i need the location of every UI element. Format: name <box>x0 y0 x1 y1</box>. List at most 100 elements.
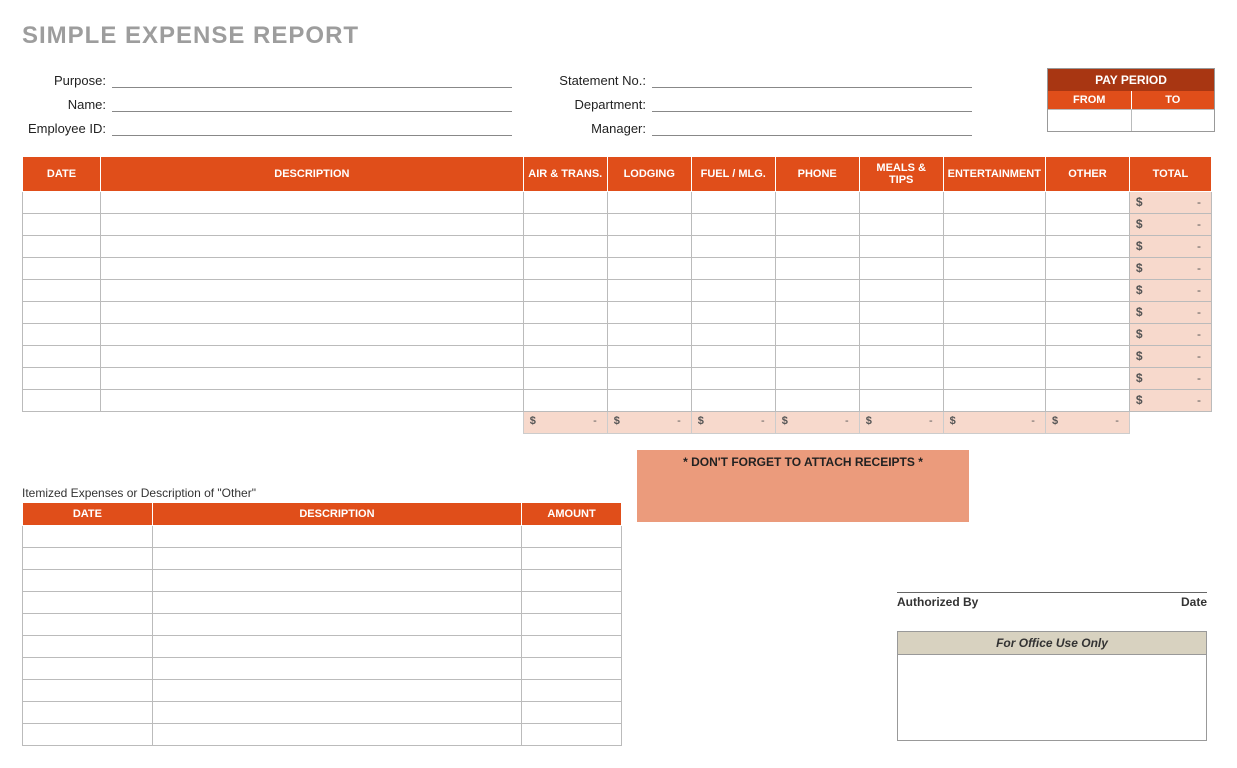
expense-cell[interactable] <box>775 346 859 368</box>
expense-cell[interactable] <box>775 214 859 236</box>
itemized-cell[interactable] <box>152 724 521 746</box>
expense-row[interactable]: $- <box>23 368 1212 390</box>
expense-cell[interactable] <box>1045 258 1129 280</box>
expense-cell[interactable] <box>859 236 943 258</box>
itemized-cell[interactable] <box>522 680 622 702</box>
expense-cell[interactable] <box>100 346 523 368</box>
expense-cell[interactable] <box>859 192 943 214</box>
employee-id-input[interactable] <box>112 116 512 136</box>
itemized-row[interactable] <box>23 702 622 724</box>
expense-cell[interactable] <box>23 324 101 346</box>
itemized-cell[interactable] <box>152 592 521 614</box>
itemized-row[interactable] <box>23 570 622 592</box>
expense-row[interactable]: $- <box>23 346 1212 368</box>
expense-cell[interactable] <box>691 324 775 346</box>
expense-cell[interactable] <box>859 346 943 368</box>
expense-cell[interactable] <box>691 236 775 258</box>
expense-cell[interactable] <box>607 258 691 280</box>
expense-cell[interactable] <box>943 214 1045 236</box>
expense-cell[interactable] <box>23 302 101 324</box>
expense-cell[interactable] <box>1045 236 1129 258</box>
expense-cell[interactable] <box>100 258 523 280</box>
purpose-input[interactable] <box>112 68 512 88</box>
expense-cell[interactable] <box>607 324 691 346</box>
expense-cell[interactable] <box>607 390 691 412</box>
expense-cell[interactable] <box>775 192 859 214</box>
expense-cell[interactable] <box>859 324 943 346</box>
expense-cell[interactable] <box>691 258 775 280</box>
expense-cell[interactable] <box>607 280 691 302</box>
expense-cell[interactable] <box>943 368 1045 390</box>
itemized-cell[interactable] <box>522 702 622 724</box>
expense-cell[interactable] <box>607 346 691 368</box>
expense-cell[interactable] <box>100 280 523 302</box>
expense-cell[interactable] <box>23 368 101 390</box>
itemized-cell[interactable] <box>152 570 521 592</box>
expense-cell[interactable] <box>775 368 859 390</box>
itemized-cell[interactable] <box>152 636 521 658</box>
expense-cell[interactable] <box>523 214 607 236</box>
itemized-row[interactable] <box>23 680 622 702</box>
itemized-cell[interactable] <box>152 548 521 570</box>
itemized-cell[interactable] <box>522 592 622 614</box>
expense-cell[interactable] <box>100 236 523 258</box>
expense-cell[interactable] <box>607 302 691 324</box>
manager-input[interactable] <box>652 116 972 136</box>
expense-row[interactable]: $- <box>23 302 1212 324</box>
expense-row[interactable]: $- <box>23 324 1212 346</box>
expense-cell[interactable] <box>100 390 523 412</box>
expense-cell[interactable] <box>775 302 859 324</box>
itemized-row[interactable] <box>23 526 622 548</box>
itemized-cell[interactable] <box>152 614 521 636</box>
expense-cell[interactable] <box>100 324 523 346</box>
expense-cell[interactable] <box>691 302 775 324</box>
expense-cell[interactable] <box>943 258 1045 280</box>
expense-cell[interactable] <box>523 236 607 258</box>
expense-cell[interactable] <box>943 324 1045 346</box>
pay-period-to-cell[interactable] <box>1132 109 1215 131</box>
pay-period-from-cell[interactable] <box>1048 109 1132 131</box>
itemized-row[interactable] <box>23 636 622 658</box>
expense-cell[interactable] <box>691 214 775 236</box>
expense-cell[interactable] <box>859 258 943 280</box>
expense-cell[interactable] <box>859 214 943 236</box>
expense-row[interactable]: $- <box>23 214 1212 236</box>
itemized-cell[interactable] <box>152 526 521 548</box>
expense-cell[interactable] <box>1045 390 1129 412</box>
expense-cell[interactable] <box>1045 346 1129 368</box>
name-input[interactable] <box>112 92 512 112</box>
expense-cell[interactable] <box>691 280 775 302</box>
itemized-row[interactable] <box>23 658 622 680</box>
expense-row[interactable]: $- <box>23 280 1212 302</box>
itemized-cell[interactable] <box>23 548 153 570</box>
itemized-cell[interactable] <box>522 614 622 636</box>
itemized-cell[interactable] <box>23 570 153 592</box>
expense-cell[interactable] <box>859 390 943 412</box>
expense-cell[interactable] <box>943 390 1045 412</box>
expense-cell[interactable] <box>691 192 775 214</box>
itemized-cell[interactable] <box>23 658 153 680</box>
expense-cell[interactable] <box>775 280 859 302</box>
expense-row[interactable]: $- <box>23 258 1212 280</box>
expense-cell[interactable] <box>1045 280 1129 302</box>
expense-cell[interactable] <box>607 214 691 236</box>
expense-cell[interactable] <box>943 346 1045 368</box>
expense-cell[interactable] <box>23 236 101 258</box>
expense-cell[interactable] <box>100 368 523 390</box>
statement-no-input[interactable] <box>652 68 972 88</box>
itemized-cell[interactable] <box>522 636 622 658</box>
expense-row[interactable]: $- <box>23 390 1212 412</box>
itemized-cell[interactable] <box>522 570 622 592</box>
itemized-cell[interactable] <box>23 526 153 548</box>
expense-cell[interactable] <box>523 258 607 280</box>
expense-cell[interactable] <box>23 192 101 214</box>
expense-cell[interactable] <box>691 368 775 390</box>
expense-cell[interactable] <box>943 192 1045 214</box>
expense-cell[interactable] <box>23 390 101 412</box>
expense-cell[interactable] <box>607 236 691 258</box>
expense-cell[interactable] <box>859 280 943 302</box>
itemized-cell[interactable] <box>152 658 521 680</box>
expense-cell[interactable] <box>523 302 607 324</box>
expense-cell[interactable] <box>607 192 691 214</box>
expense-cell[interactable] <box>100 214 523 236</box>
